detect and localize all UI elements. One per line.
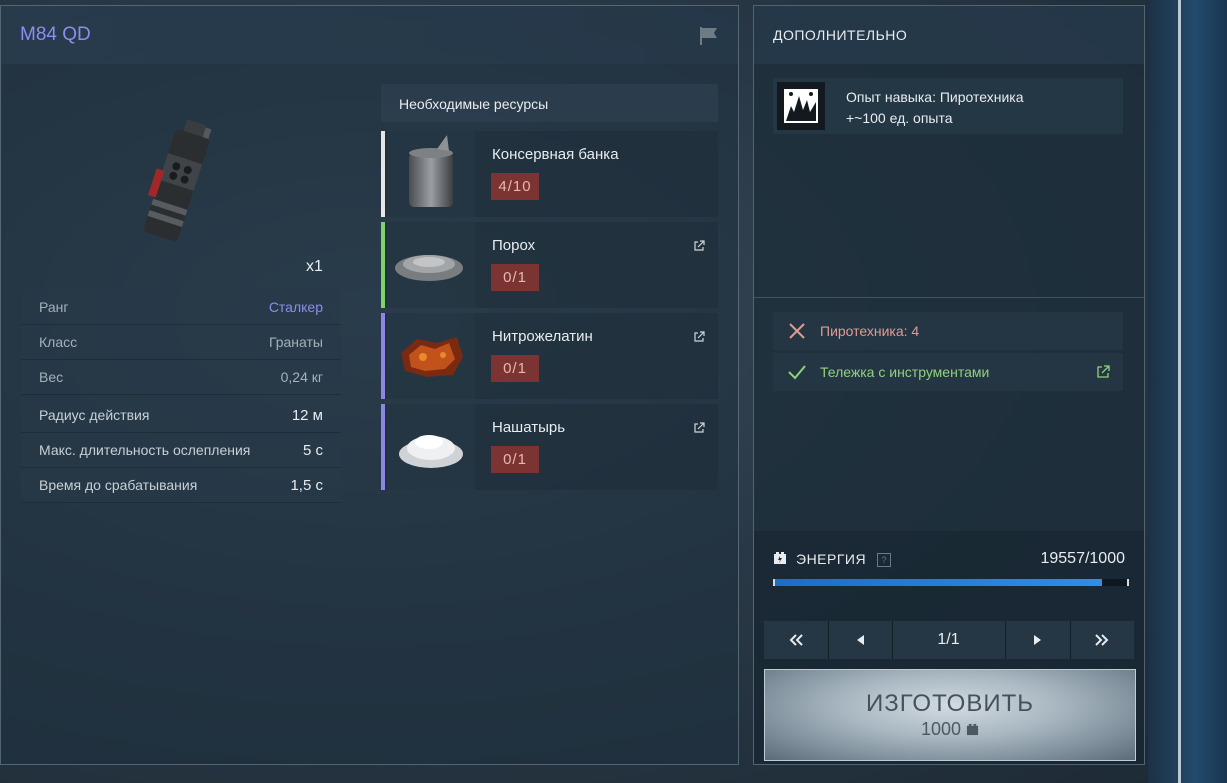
rarity-bar — [381, 222, 385, 308]
stat-label: Время до срабатывания — [39, 477, 198, 493]
craft-cost: 1000 — [765, 719, 1135, 740]
stat-label: Ранг — [39, 299, 69, 315]
gunpowder-icon — [395, 255, 463, 281]
skill-icon-frame — [777, 82, 825, 130]
resource-thumb — [387, 404, 475, 490]
stat-label: Радиус действия — [39, 407, 150, 423]
resources-header-label: Необходимые ресурсы — [399, 96, 549, 112]
skill-experience-amount: +~100 ед. опыта — [846, 110, 953, 126]
stat-value: 1,5 с — [290, 477, 323, 494]
external-link-icon[interactable] — [693, 240, 705, 252]
stat-row-weight: Вес 0,24 кг — [21, 360, 341, 395]
craft-cost-value: 1000 — [920, 719, 962, 739]
resource-gunpowder[interactable]: Порох 0/1 — [381, 222, 718, 308]
pyrotechnics-icon — [784, 89, 818, 123]
stat-label: Макс. длительность ослепления — [39, 442, 251, 458]
rarity-bar — [381, 131, 385, 217]
resource-thumb — [387, 222, 475, 308]
next-page-button[interactable] — [1006, 621, 1071, 659]
resource-name: Порох — [492, 237, 536, 254]
resource-name: Нитрожелатин — [492, 328, 593, 345]
help-icon[interactable]: ? — [877, 553, 891, 567]
stats-primary: Ранг Сталкер Класс Гранаты Вес 0,24 кг — [21, 290, 341, 395]
energy-section: ЭНЕРГИЯ ? 19557/1000 1/1 ИЗГОТОВИТЬ 1000 — [754, 531, 1144, 764]
extra-panel: ДОПОЛНИТЕЛЬНО Опыт навыка: Пиротехника +… — [753, 5, 1145, 765]
double-chevron-right-icon — [1095, 634, 1109, 646]
battery-icon — [774, 552, 786, 564]
external-link-icon[interactable] — [693, 331, 705, 343]
resource-thumb — [387, 131, 475, 217]
background-edge — [1148, 0, 1227, 783]
flag-icon[interactable] — [699, 26, 719, 46]
battery-icon — [966, 723, 979, 736]
energy-bar — [773, 579, 1129, 586]
triangle-right-icon — [1034, 635, 1041, 645]
resource-name: Нашатырь — [492, 419, 566, 436]
stat-row-class: Класс Гранаты — [21, 325, 341, 360]
stat-value: 0,24 кг — [280, 369, 323, 385]
craft-label: ИЗГОТОВИТЬ — [866, 690, 1034, 717]
prev-page-button[interactable] — [828, 621, 893, 659]
grenade-icon — [143, 119, 212, 242]
first-page-button[interactable] — [764, 621, 829, 659]
resource-tin-can[interactable]: Консервная банка 4/10 — [381, 131, 718, 217]
resource-name: Консервная банка — [492, 146, 619, 163]
energy-bar-fill — [775, 579, 1103, 586]
skill-experience: Опыт навыка: Пиротехника +~100 ед. опыта — [773, 78, 1123, 134]
item-title: M84 QD — [20, 24, 91, 45]
rarity-bar — [381, 313, 385, 399]
page-indicator: 1/1 — [892, 621, 1006, 659]
requirement-text: Тележка с инструментами — [820, 364, 990, 380]
pager: 1/1 — [764, 621, 1134, 659]
resource-count: 0/1 — [491, 355, 539, 382]
resource-count: 0/1 — [491, 446, 539, 473]
skill-name: Опыт навыка: Пиротехника — [846, 89, 1024, 105]
requirement-text: Пиротехника: 4 — [820, 323, 920, 339]
resource-nitrogelatin[interactable]: Нитрожелатин 0/1 — [381, 313, 718, 399]
item-quantity: x1 — [306, 258, 323, 275]
external-link-icon[interactable] — [1096, 365, 1110, 379]
triangle-left-icon — [857, 635, 864, 645]
stat-value: Гранаты — [268, 334, 323, 350]
rarity-bar — [381, 404, 385, 490]
last-page-button[interactable] — [1070, 621, 1134, 659]
check-icon — [788, 365, 806, 380]
energy-label: ЭНЕРГИЯ — [796, 551, 867, 567]
nitrogelatin-icon — [401, 337, 463, 377]
energy-value: 19557/1000 — [1040, 550, 1125, 567]
stat-row-radius: Радиус действия 12 м — [21, 398, 341, 433]
stat-value: 12 м — [291, 407, 323, 424]
stat-value-rank: Сталкер — [268, 299, 323, 315]
extra-title-bar: ДОПОЛНИТЕЛЬНО — [754, 6, 1144, 64]
requirement-tool-cart[interactable]: Тележка с инструментами — [773, 353, 1123, 391]
external-link-icon[interactable] — [693, 422, 705, 434]
ammonia-icon — [399, 435, 463, 468]
item-panel: M84 QD x1 Ранг Сталкер Класс Гранаты Вес… — [0, 5, 739, 765]
item-title-bar: M84 QD — [1, 6, 738, 64]
extra-title: ДОПОЛНИТЕЛЬНО — [773, 27, 908, 43]
stat-row-rank: Ранг Сталкер — [21, 290, 341, 325]
requirement-pyrotechnics: Пиротехника: 4 — [773, 312, 1123, 350]
stat-label: Вес — [39, 369, 64, 385]
tin-can-icon — [409, 135, 453, 207]
resource-count: 0/1 — [491, 264, 539, 291]
edge-line — [1178, 0, 1181, 783]
cross-icon — [789, 323, 805, 339]
resources-header: Необходимые ресурсы — [381, 84, 718, 122]
resource-thumb — [387, 313, 475, 399]
stat-label: Класс — [39, 334, 78, 350]
craft-button[interactable]: ИЗГОТОВИТЬ 1000 — [764, 669, 1136, 761]
resource-count: 4/10 — [491, 173, 539, 200]
stat-row-blind-duration: Макс. длительность ослепления 5 с — [21, 433, 341, 468]
stats-secondary: Радиус действия 12 м Макс. длительность … — [21, 398, 341, 503]
resource-ammonia[interactable]: Нашатырь 0/1 — [381, 404, 718, 490]
double-chevron-left-icon — [789, 634, 803, 646]
divider — [754, 297, 1144, 298]
stat-row-fuse-time: Время до срабатывания 1,5 с — [21, 468, 341, 503]
stat-value: 5 с — [302, 442, 323, 459]
